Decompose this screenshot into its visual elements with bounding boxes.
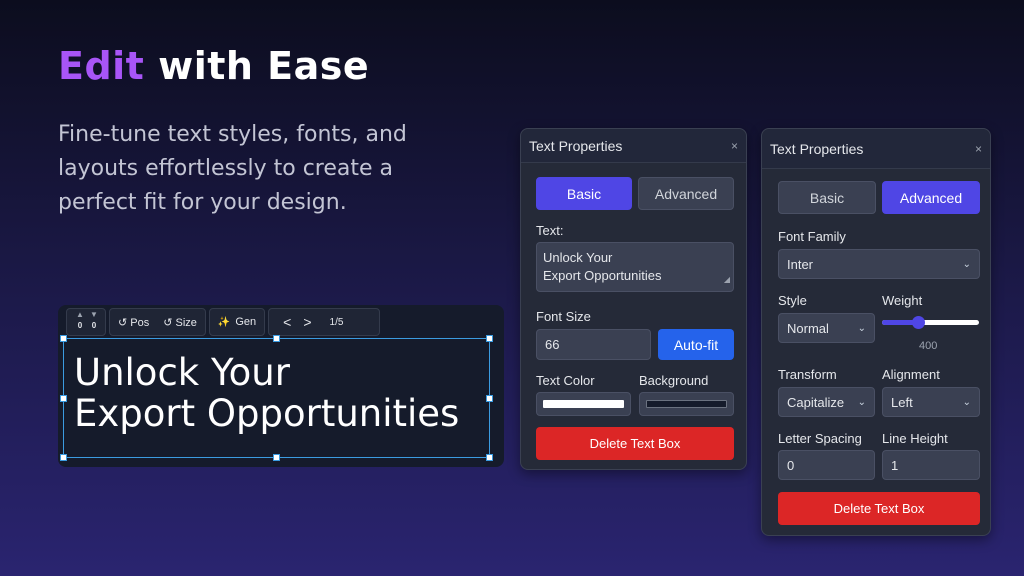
chevron-down-icon: ⌄ — [962, 396, 971, 408]
generate-label: Gen — [235, 316, 257, 328]
letter-spacing-label: Letter Spacing — [778, 431, 862, 446]
canvas-text-content: Unlock Your Export Opportunities — [74, 352, 459, 434]
style-select[interactable]: Normal ⌄ — [778, 313, 875, 343]
resize-handle-top-right[interactable] — [486, 335, 493, 342]
style-label: Style — [778, 293, 807, 308]
selected-text-box[interactable]: Unlock Your Export Opportunities — [60, 335, 493, 461]
page-indicator: 1/5 — [329, 316, 344, 328]
font-family-select[interactable]: Inter ⌄ — [778, 249, 980, 279]
reset-position-button[interactable]: ↺ Pos — [118, 316, 149, 329]
tab-advanced[interactable]: Advanced — [882, 181, 980, 214]
position-stepper[interactable]: ▲ ▼ 0 0 — [66, 308, 106, 336]
tab-basic[interactable]: Basic — [536, 177, 632, 210]
panel-header: Text Properties × — [762, 129, 990, 169]
canvas-text-line: Unlock Your — [74, 351, 290, 394]
panel-title: Text Properties — [770, 140, 864, 157]
background-color-swatch — [646, 400, 727, 408]
headline-rest: with Ease — [158, 44, 370, 88]
page-subtitle: Fine-tune text styles, fonts, and layout… — [58, 118, 458, 220]
text-input-line: Unlock Your — [543, 250, 613, 265]
panel-tabs: Basic Advanced — [778, 181, 980, 214]
page-headline: Edit with Ease — [58, 44, 369, 88]
next-page-button[interactable]: > — [303, 314, 311, 330]
font-size-label: Font Size — [536, 309, 591, 324]
font-family-value: Inter — [787, 256, 814, 272]
weight-slider[interactable] — [882, 316, 979, 329]
alignment-select[interactable]: Left ⌄ — [882, 387, 980, 417]
canvas-text-line: Export Opportunities — [74, 392, 460, 435]
resize-handle-bottom-left[interactable] — [60, 454, 67, 461]
line-height-label: Line Height — [882, 431, 948, 446]
resize-grip-icon[interactable]: ◢ — [724, 271, 730, 289]
resize-handle-bottom-right[interactable] — [486, 454, 493, 461]
resize-handle-top-left[interactable] — [60, 335, 67, 342]
font-size-input[interactable]: 66 — [536, 329, 651, 360]
chevron-down-icon: ⌄ — [962, 258, 971, 270]
line-height-input[interactable]: 1 — [882, 450, 980, 480]
background-color-picker[interactable] — [639, 392, 734, 416]
arrow-up-icon[interactable]: ▲ — [73, 309, 87, 320]
weight-value: 400 — [919, 340, 938, 352]
resize-handle-left[interactable] — [60, 395, 67, 402]
text-color-picker[interactable] — [536, 392, 631, 416]
alignment-value: Left — [891, 394, 913, 410]
text-label: Text: — [536, 223, 564, 238]
resize-handle-bottom[interactable] — [273, 454, 280, 461]
delete-text-box-button[interactable]: Delete Text Box — [536, 427, 734, 460]
prev-page-button[interactable]: < — [283, 314, 291, 330]
arrow-down-icon[interactable]: ▼ — [87, 309, 101, 320]
alignment-label: Alignment — [882, 367, 940, 382]
background-label: Background — [639, 373, 709, 388]
delete-text-box-button[interactable]: Delete Text Box — [778, 492, 980, 525]
resize-handle-right[interactable] — [486, 395, 493, 402]
auto-fit-button[interactable]: Auto-fit — [658, 329, 734, 360]
text-input[interactable]: Unlock Your Export Opportunities ◢ — [536, 242, 734, 292]
letter-spacing-input[interactable]: 0 — [778, 450, 875, 480]
tab-basic[interactable]: Basic — [778, 181, 876, 214]
tab-advanced[interactable]: Advanced — [638, 177, 734, 210]
weight-label: Weight — [882, 293, 923, 308]
chevron-down-icon: ⌄ — [857, 396, 866, 408]
pagination-group: < > 1/5 — [268, 308, 381, 336]
reset-group: ↺ Pos ↺ Size — [109, 308, 206, 336]
weight-slider-thumb[interactable] — [911, 316, 925, 329]
text-color-swatch — [543, 400, 624, 408]
style-value: Normal — [787, 320, 829, 336]
panel-tabs: Basic Advanced — [536, 177, 734, 210]
headline-accent: Edit — [58, 44, 145, 88]
text-color-label: Text Color — [536, 373, 595, 388]
subtitle-line: Fine-tune text styles, fonts, and — [58, 122, 407, 147]
sparkle-icon: ✨ — [217, 316, 231, 328]
canvas-editor: ▲ ▼ 0 0 ↺ Pos ↺ Size ✨ Gen < > 1/5 Unloc… — [58, 305, 504, 467]
generate-button[interactable]: ✨ Gen — [208, 308, 266, 336]
chevron-down-icon: ⌄ — [857, 322, 866, 334]
transform-select[interactable]: Capitalize ⌄ — [778, 387, 875, 417]
resize-handle-top[interactable] — [273, 335, 280, 342]
text-properties-panel-basic: Text Properties × Basic Advanced Text: U… — [520, 128, 747, 470]
transform-value: Capitalize — [787, 394, 845, 410]
transform-label: Transform — [778, 367, 837, 382]
subtitle-line: layouts effortlessly to create a — [58, 156, 394, 181]
close-icon[interactable]: × — [975, 142, 982, 156]
panel-title: Text Properties — [529, 137, 623, 154]
font-family-label: Font Family — [778, 229, 846, 244]
subtitle-line: perfect fit for your design. — [58, 190, 347, 215]
reset-size-button[interactable]: ↺ Size — [163, 316, 197, 329]
canvas-toolbar: ▲ ▼ 0 0 ↺ Pos ↺ Size ✨ Gen < > 1/5 — [66, 308, 381, 336]
text-input-line: Export Opportunities — [543, 268, 662, 283]
text-properties-panel-advanced: Text Properties × Basic Advanced Font Fa… — [761, 128, 991, 536]
close-icon[interactable]: × — [731, 139, 738, 153]
stepper-x-value: 0 — [77, 321, 83, 330]
panel-header: Text Properties × — [521, 129, 746, 163]
stepper-y-value: 0 — [91, 321, 97, 330]
